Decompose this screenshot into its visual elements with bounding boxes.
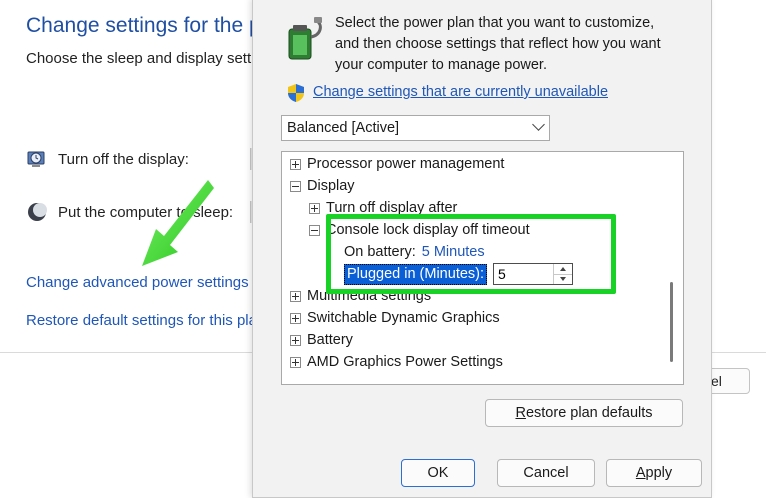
tree-item-processor[interactable]: Processor power management bbox=[290, 153, 504, 175]
expand-plus-icon[interactable] bbox=[290, 334, 301, 346]
tree-item-multimedia[interactable]: Multimedia settings bbox=[290, 285, 431, 307]
tree-item-label: Multimedia settings bbox=[307, 288, 432, 304]
plugged-in-minutes-stepper[interactable] bbox=[493, 263, 574, 285]
display-clock-icon bbox=[27, 151, 45, 167]
tree-item-amd-graphics[interactable]: AMD Graphics Power Settings bbox=[290, 351, 503, 373]
change-advanced-power-settings-link[interactable]: Change advanced power settings bbox=[26, 274, 249, 291]
green-arrow-annotation-icon bbox=[142, 180, 214, 266]
expand-plus-icon[interactable] bbox=[309, 202, 320, 214]
tree-item-label: Console lock display off timeout bbox=[326, 222, 530, 238]
tree-item-label: Turn off display after bbox=[326, 200, 458, 216]
stepper-down-arrow-icon[interactable] bbox=[554, 274, 572, 284]
tree-item-console-lock[interactable]: Console lock display off timeout bbox=[309, 219, 530, 241]
tree-item-plugged-in[interactable]: Plugged in (Minutes): bbox=[344, 263, 574, 285]
change-unavailable-settings-link[interactable]: Change settings that are currently unava… bbox=[313, 84, 608, 100]
tree-item-label: Display bbox=[307, 178, 355, 194]
description-line: your computer to manage power. bbox=[335, 57, 547, 73]
expand-plus-icon[interactable] bbox=[290, 290, 301, 302]
expand-plus-icon[interactable] bbox=[290, 312, 301, 324]
restore-plan-defaults-button[interactable]: Restore plan defaults bbox=[485, 399, 683, 427]
tree-item-label: Processor power management bbox=[307, 156, 505, 172]
tree-item-on-battery[interactable]: On battery: 5 Minutes bbox=[344, 241, 485, 263]
power-plug-battery-icon bbox=[288, 17, 322, 60]
expand-plus-icon[interactable] bbox=[290, 158, 301, 170]
sleep-moon-icon bbox=[28, 203, 47, 221]
chevron-down-icon bbox=[532, 118, 545, 131]
uac-shield-icon bbox=[288, 84, 304, 102]
collapse-minus-icon[interactable] bbox=[309, 224, 320, 236]
tree-item-switchable-graphics[interactable]: Switchable Dynamic Graphics bbox=[290, 307, 500, 329]
expand-plus-icon[interactable] bbox=[290, 356, 301, 368]
settings-tree[interactable]: Processor power management Display Turn … bbox=[281, 151, 684, 385]
restore-default-settings-link[interactable]: Restore default settings for this pla bbox=[26, 312, 257, 329]
on-battery-value-link[interactable]: 5 Minutes bbox=[422, 241, 485, 263]
ok-button[interactable]: OK bbox=[401, 459, 475, 487]
collapse-minus-icon[interactable] bbox=[290, 180, 301, 192]
turn-off-display-row: Turn off the display: bbox=[26, 148, 189, 170]
divider-right bbox=[712, 352, 766, 353]
stepper-arrows bbox=[553, 264, 573, 284]
on-battery-label: On battery: bbox=[344, 244, 416, 260]
dialog-description: Select the power plan that you want to c… bbox=[335, 13, 695, 76]
tree-item-display[interactable]: Display bbox=[290, 175, 355, 197]
power-plan-value: Balanced [Active] bbox=[287, 120, 400, 136]
page-title: Change settings for the pla bbox=[26, 14, 277, 37]
tree-item-label: Battery bbox=[307, 332, 353, 348]
plugged-in-minutes-input[interactable] bbox=[496, 265, 557, 283]
tree-item-label: Switchable Dynamic Graphics bbox=[307, 310, 500, 326]
apply-button[interactable]: Apply bbox=[606, 459, 702, 487]
tree-item-label: AMD Graphics Power Settings bbox=[307, 354, 503, 370]
power-plan-select[interactable]: Balanced [Active] bbox=[281, 115, 550, 141]
turn-off-display-label: Turn off the display: bbox=[58, 150, 189, 168]
page-subtitle: Choose the sleep and display setti bbox=[26, 50, 255, 67]
cancel-button[interactable]: Cancel bbox=[497, 459, 595, 487]
description-line: Select the power plan that you want to c… bbox=[335, 15, 655, 31]
divider bbox=[0, 352, 252, 353]
tree-scrollbar-thumb[interactable] bbox=[670, 282, 673, 362]
description-line: and then choose settings that reflect ho… bbox=[335, 36, 661, 52]
tree-item-turn-off-display[interactable]: Turn off display after bbox=[309, 197, 457, 219]
plugged-in-label: Plugged in (Minutes): bbox=[344, 263, 488, 285]
power-options-dialog: Select the power plan that you want to c… bbox=[252, 0, 712, 498]
tree-item-battery[interactable]: Battery bbox=[290, 329, 353, 351]
